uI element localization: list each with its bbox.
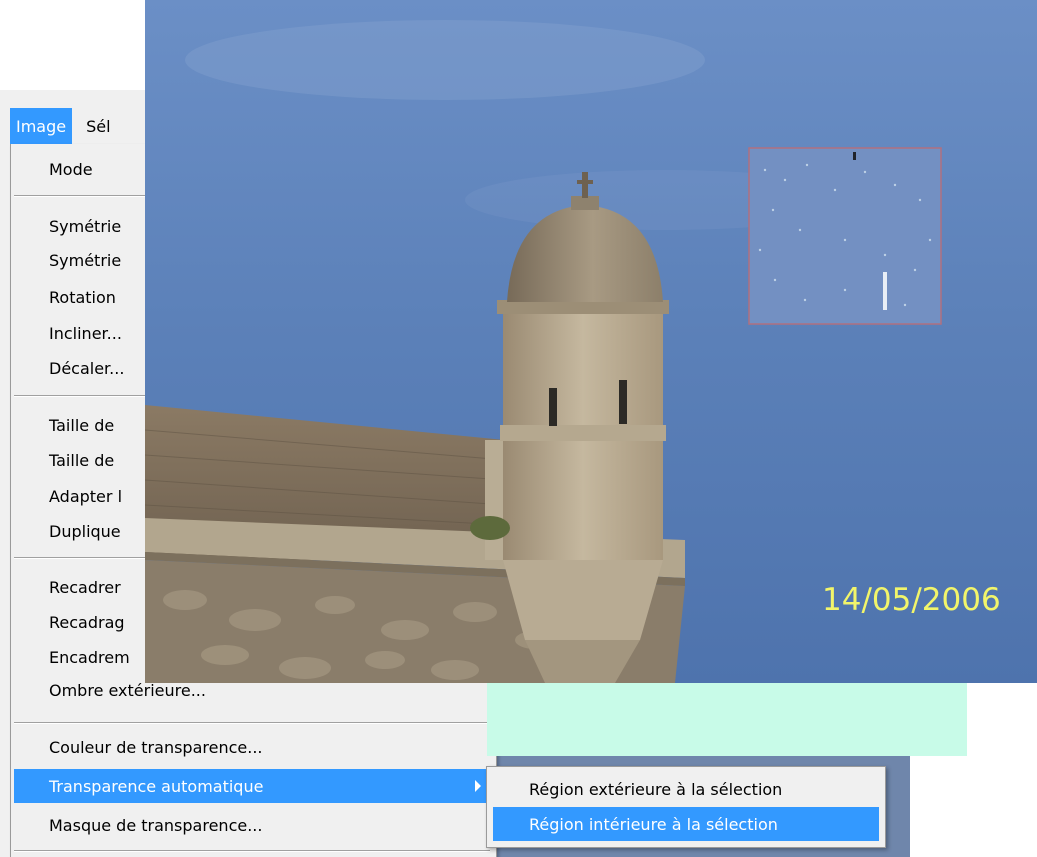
menu-item-transparence-automatique[interactable]: Transparence automatique xyxy=(14,769,493,803)
menu-separator xyxy=(14,850,490,852)
transparence-submenu: Région extérieure à la sélection Région … xyxy=(486,766,886,848)
preview-overlay xyxy=(487,683,967,756)
fort-photo xyxy=(145,0,1037,683)
submenu-arrow-icon xyxy=(475,780,481,792)
submenu-item-region-interieure[interactable]: Région intérieure à la sélection xyxy=(493,807,879,841)
menubar: Image Sél xyxy=(10,108,111,144)
menu-image[interactable]: Image xyxy=(10,108,73,144)
photo-canvas: 14/05/2006 xyxy=(145,0,1037,683)
menu-item-masque-transparence[interactable]: Masque de transparence... xyxy=(14,808,493,842)
menu-item-couleur-transparence[interactable]: Couleur de transparence... xyxy=(14,730,493,764)
menu-item-label: Transparence automatique xyxy=(49,776,264,796)
submenu-item-region-exterieure[interactable]: Région extérieure à la sélection xyxy=(493,772,879,806)
menu-separator xyxy=(14,722,490,724)
date-stamp: 14/05/2006 xyxy=(822,582,1001,618)
menu-selection[interactable]: Sél xyxy=(86,117,110,136)
